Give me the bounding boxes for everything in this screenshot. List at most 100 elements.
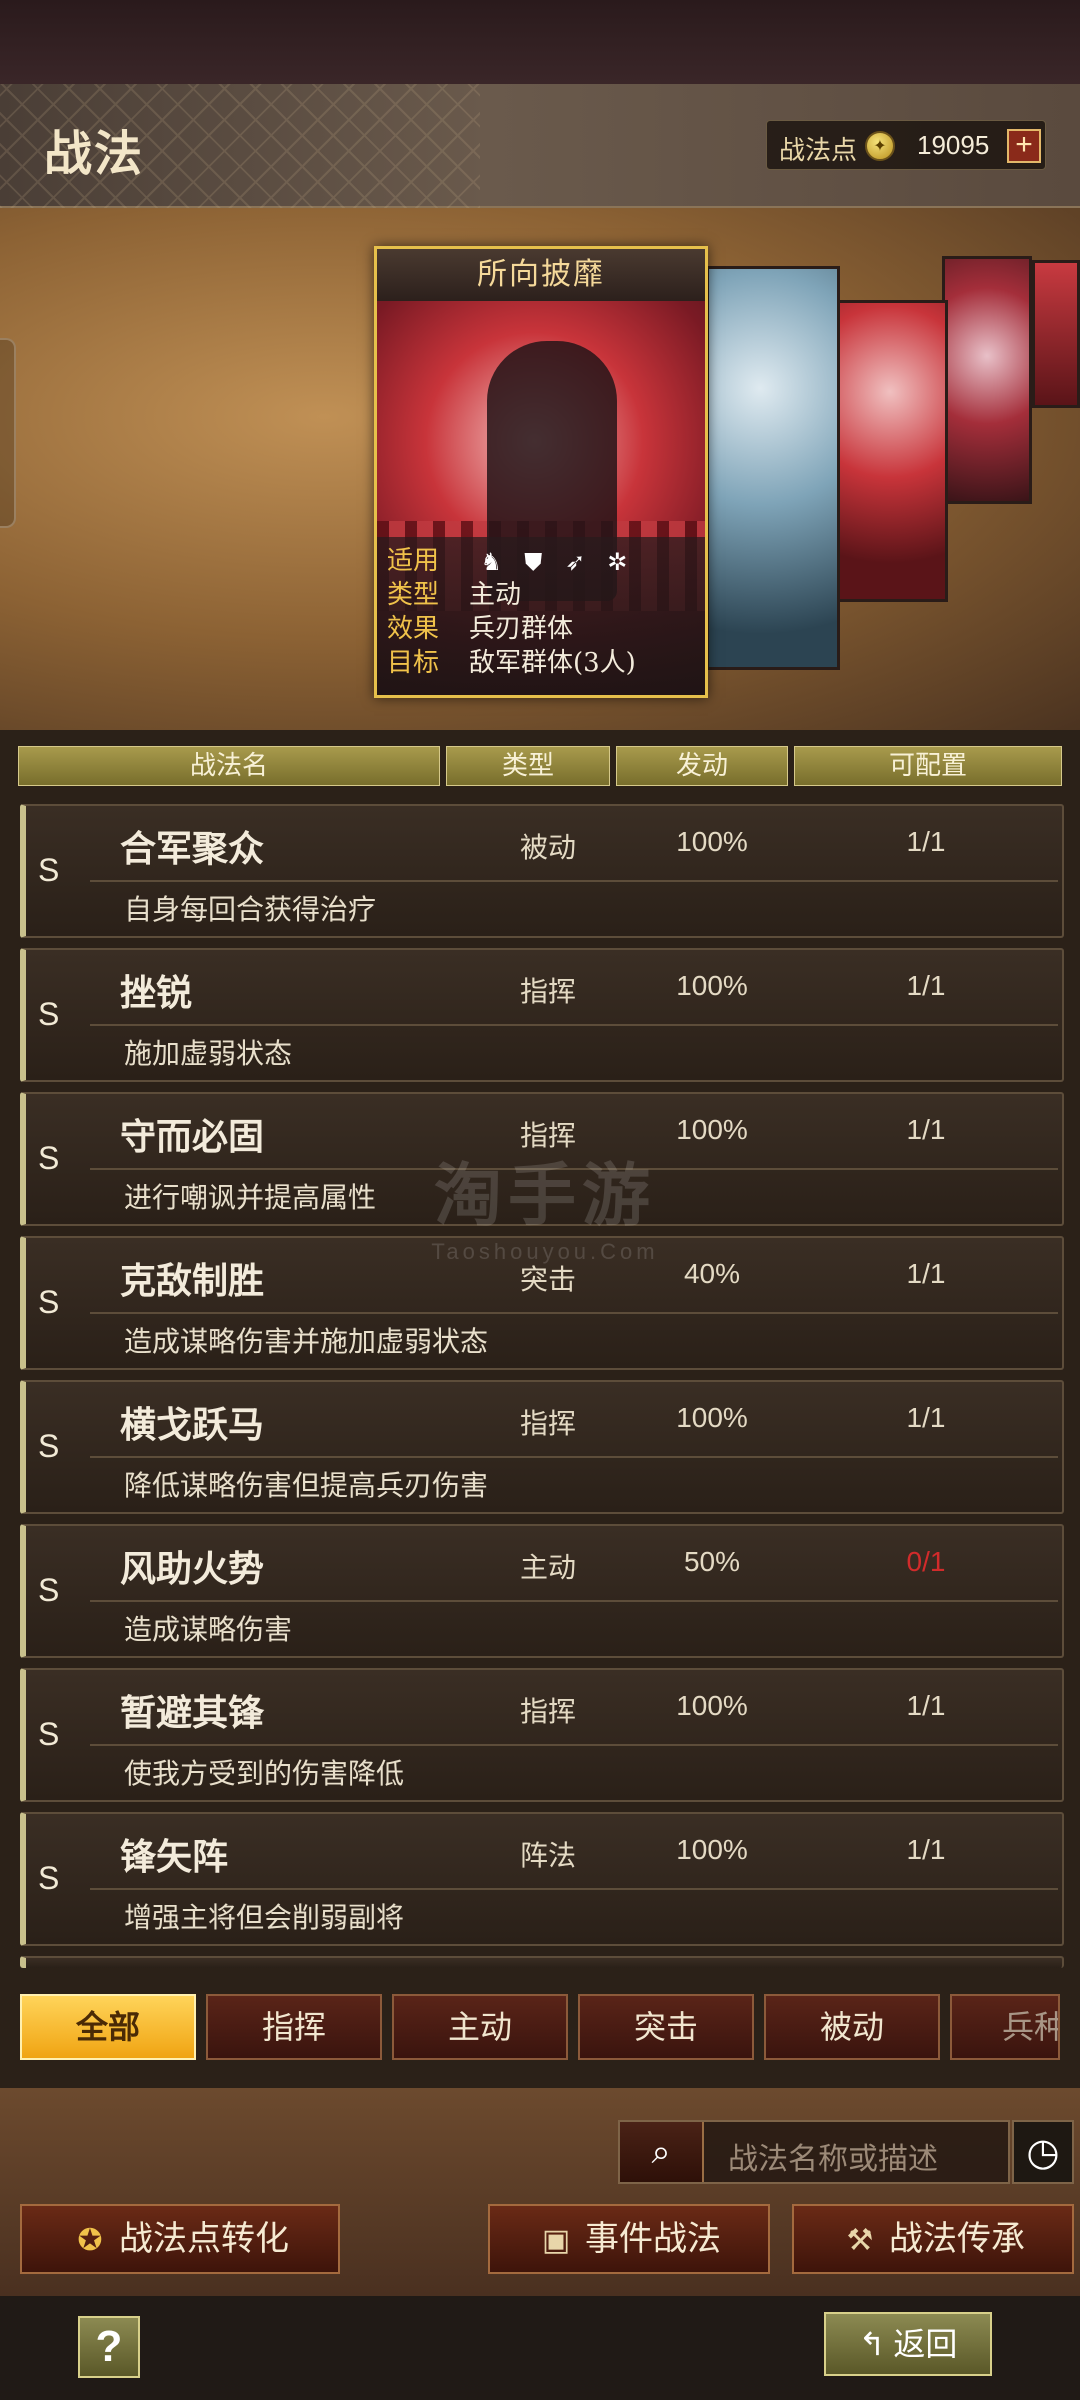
info-row-applies: 适用 ♞ ⛊ ➶ ✲: [387, 545, 645, 577]
tactic-desc: 造成谋略伤害并施加虚弱状态: [124, 1325, 489, 1358]
carousel-card-5[interactable]: [1032, 260, 1080, 408]
back-label: 返回: [893, 2325, 958, 2363]
status-band: [0, 0, 1080, 84]
shield-icon: ⛊: [524, 548, 543, 576]
tactic-name: 克敌制胜: [120, 1260, 265, 1302]
tactic-available: 1/1: [906, 1402, 946, 1433]
tab-command[interactable]: 指挥: [206, 1994, 382, 2060]
tactic-desc: 使我方受到的伤害降低: [124, 1757, 405, 1790]
card-title: 所向披靡: [377, 249, 705, 301]
tactic-type: 指挥: [519, 1407, 576, 1440]
tactic-name: 横戈跃马: [120, 1404, 265, 1446]
page-title: 战法: [44, 126, 145, 182]
side-handle[interactable]: [0, 338, 16, 528]
table-row[interactable]: S 锋矢阵 阵法 100% 1/1 增强主将但会削弱副将: [20, 1812, 1064, 1946]
tactic-type: 阵法: [519, 1839, 576, 1872]
tactic-rate: 100%: [676, 970, 748, 1001]
info-key: 类型: [387, 580, 440, 610]
convert-points-button[interactable]: ✪ 战法点转化: [20, 2204, 340, 2274]
tactic-available: 1/1: [906, 826, 946, 857]
info-key: 目标: [387, 648, 440, 678]
inherit-tactics-label: 战法传承: [889, 2219, 1025, 2259]
tactic-rate: 100%: [676, 1402, 748, 1433]
tactic-type: 被动: [519, 831, 576, 864]
grade: S: [38, 1140, 60, 1176]
divider: [90, 880, 1058, 882]
search-box[interactable]: ⌕ 战法名称或描述: [618, 2120, 1010, 2184]
inherit-tactics-button[interactable]: ⚒ 战法传承: [792, 2204, 1074, 2274]
tactics-table: 战法名 类型 发动 可配置 S 合军聚众 被动 100% 1/1 自身每回合获得…: [0, 730, 1080, 2088]
divider: [90, 1744, 1058, 1746]
column-header-name[interactable]: 战法名: [18, 746, 440, 786]
carousel-card-4[interactable]: [942, 256, 1032, 504]
tactic-points-label: 战法点: [779, 136, 858, 166]
info-value: 兵刃群体: [469, 614, 574, 644]
carousel-card-2[interactable]: [706, 266, 840, 670]
card-carousel[interactable]: 所向披靡 适用 ♞ ⛊ ➶ ✲ 类型 主动 效果 兵刃群体 目标 敌军群体(3人): [0, 208, 1080, 730]
grade: S: [38, 1716, 60, 1752]
tactic-name: 风助火势: [120, 1548, 265, 1590]
coin-icon: ✦: [865, 131, 895, 161]
tactic-type: 指挥: [519, 1695, 576, 1728]
watermark-url: Taoshouyou.Com: [431, 1239, 659, 1264]
tactic-available: 1/1: [906, 1834, 946, 1865]
grade: S: [38, 1860, 60, 1896]
featured-tactic-card[interactable]: 所向披靡 适用 ♞ ⛊ ➶ ✲ 类型 主动 效果 兵刃群体 目标 敌军群体(3人): [374, 246, 708, 698]
carousel-card-3[interactable]: [832, 300, 948, 602]
info-row-type: 类型 主动: [387, 579, 521, 611]
add-points-button[interactable]: +: [1007, 129, 1041, 163]
tactic-type: 主动: [519, 1551, 576, 1584]
tactic-name: 合军聚众: [120, 828, 265, 870]
table-row[interactable]: S 合军聚众 被动 100% 1/1 自身每回合获得治疗: [20, 804, 1064, 938]
watermark-text: 淘手游: [433, 1156, 656, 1236]
tactic-available: 1/1: [906, 1258, 946, 1289]
grade: S: [38, 996, 60, 1032]
card-info: 适用 ♞ ⛊ ➶ ✲ 类型 主动 效果 兵刃群体 目标 敌军群体(3人): [377, 537, 705, 695]
info-value: 敌军群体(3人): [469, 648, 636, 678]
tactic-desc: 自身每回合获得治疗: [124, 893, 377, 926]
tactic-desc: 施加虚弱状态: [124, 1037, 293, 1070]
tactic-rate: 100%: [676, 826, 748, 857]
tactic-name: 暂避其锋: [120, 1692, 265, 1734]
history-clock-icon[interactable]: ◷: [1012, 2120, 1074, 2184]
table-row[interactable]: S 横戈跃马 指挥 100% 1/1 降低谋略伤害但提高兵刃伤害: [20, 1380, 1064, 1514]
tactic-available: 1/1: [906, 970, 946, 1001]
tab-all[interactable]: 全部: [20, 1994, 196, 2060]
filter-tabs: 全部 指挥 主动 突击 被动 兵种: [0, 1982, 1080, 2082]
horse-icon: ♞: [480, 548, 503, 576]
divider: [90, 1888, 1058, 1890]
tab-troop[interactable]: 兵种: [950, 1994, 1060, 2060]
wheel-icon: ✲: [607, 548, 628, 576]
tactic-available: 0/1: [906, 1546, 946, 1577]
tab-assault[interactable]: 突击: [578, 1994, 754, 2060]
bottom-controls: ⌕ 战法名称或描述 ◷ ✪ 战法点转化 ▣ 事件战法 ⚒ 战法传承: [0, 2088, 1080, 2296]
help-button[interactable]: ?: [78, 2316, 140, 2378]
grade: S: [38, 852, 60, 888]
grade: S: [38, 1572, 60, 1608]
table-row[interactable]: S 挫锐 指挥 100% 1/1 施加虚弱状态: [20, 948, 1064, 1082]
footer: ? ↰ 返回: [0, 2296, 1080, 2400]
event-tactics-button[interactable]: ▣ 事件战法: [488, 2204, 770, 2274]
table-row[interactable]: S 风助火势 主动 50% 0/1 造成谋略伤害: [20, 1524, 1064, 1658]
watermark: 淘手游 Taoshouyou.Com: [410, 1140, 680, 1265]
tactic-name: 守而必固: [120, 1116, 265, 1158]
tab-passive[interactable]: 被动: [764, 1994, 940, 2060]
column-header-available[interactable]: 可配置: [794, 746, 1062, 786]
tactic-available: 1/1: [906, 1114, 946, 1145]
tactic-rate: 100%: [676, 1690, 748, 1721]
column-header-rate[interactable]: 发动: [616, 746, 788, 786]
info-key: 效果: [387, 614, 440, 644]
column-header-type[interactable]: 类型: [446, 746, 610, 786]
fire-coin-icon: ✪: [77, 2223, 103, 2258]
tab-active[interactable]: 主动: [392, 1994, 568, 2060]
table-row[interactable]: S 暂避其锋 指挥 100% 1/1 使我方受到的伤害降低: [20, 1668, 1064, 1802]
tactic-name: 锋矢阵: [120, 1836, 229, 1878]
tactic-type: 指挥: [519, 975, 576, 1008]
hammer-icon: ⚒: [846, 2223, 874, 2258]
table-row-partial[interactable]: [20, 1956, 1064, 1968]
search-icon[interactable]: ⌕: [620, 2122, 704, 2182]
back-button[interactable]: ↰ 返回: [824, 2312, 992, 2376]
divider: [90, 1312, 1058, 1314]
grade: S: [38, 1284, 60, 1320]
tactic-desc: 造成谋略伤害: [124, 1613, 293, 1646]
